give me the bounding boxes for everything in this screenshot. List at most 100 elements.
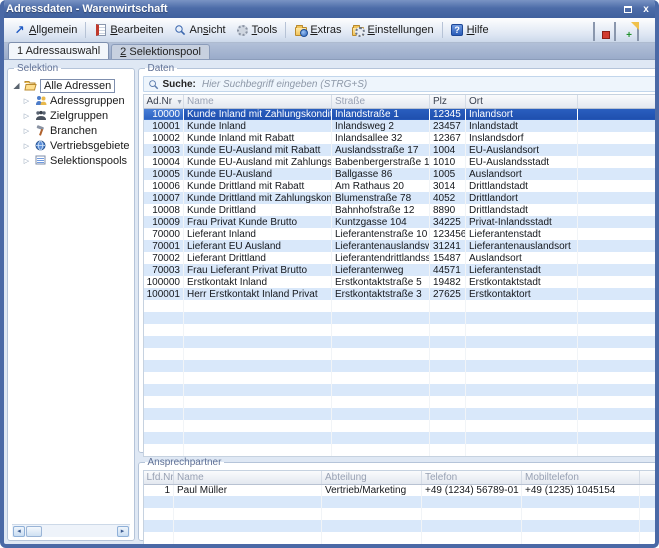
cell[interactable]: Frau Lieferant Privat Brutto	[184, 264, 332, 276]
cell[interactable]: 10001	[144, 120, 184, 132]
cell[interactable]: Kunde EU-Ausland mit Zahlungskonditionen	[184, 156, 332, 168]
cell[interactable]: Inlandstraße 1	[332, 108, 430, 120]
cell[interactable]	[578, 192, 656, 204]
cell[interactable]	[578, 252, 656, 264]
menu-allgemein[interactable]: ↗ Allgemein	[8, 22, 82, 39]
cell[interactable]	[578, 168, 656, 180]
cell[interactable]: 10009	[144, 216, 184, 228]
cell[interactable]: 10006	[144, 180, 184, 192]
cell[interactable]	[578, 120, 656, 132]
cell[interactable]: 12345	[430, 108, 466, 120]
cell[interactable]	[430, 360, 466, 372]
cell[interactable]	[578, 408, 656, 420]
cell[interactable]: 100000	[144, 276, 184, 288]
cell[interactable]: Bahnhofstraße 12	[332, 204, 430, 216]
cell[interactable]	[174, 520, 322, 532]
cell[interactable]: Drittlandstadt	[466, 204, 578, 216]
cell[interactable]	[144, 348, 184, 360]
cell[interactable]: 4052	[430, 192, 466, 204]
table-row[interactable]: 100001Herr Erstkontakt Inland PrivatErst…	[144, 288, 656, 300]
menu-ansicht[interactable]: Ansicht	[169, 22, 231, 39]
cell[interactable]	[184, 360, 332, 372]
cell[interactable]: 3014	[430, 180, 466, 192]
cell[interactable]	[578, 132, 656, 144]
cell[interactable]: +49 (1235) 1045154	[522, 484, 640, 496]
cell[interactable]: Auslandsort	[466, 168, 578, 180]
cell[interactable]	[144, 508, 174, 520]
cell[interactable]	[184, 420, 332, 432]
cell[interactable]: Privat-Inlandsstadt	[466, 216, 578, 228]
table-row[interactable]: 100000Erstkontakt InlandErstkontaktstraß…	[144, 276, 656, 288]
cell[interactable]	[184, 396, 332, 408]
cell[interactable]: 70003	[144, 264, 184, 276]
cell[interactable]	[184, 348, 332, 360]
cell[interactable]	[522, 532, 640, 544]
scroll-right-icon[interactable]: ▸	[117, 526, 129, 537]
cell[interactable]	[184, 336, 332, 348]
cell[interactable]: 8890	[430, 204, 466, 216]
table-row[interactable]: 10000Kunde Inland mit Zahlungskondition …	[144, 108, 656, 120]
cell[interactable]	[430, 396, 466, 408]
cell[interactable]	[640, 484, 656, 496]
tree-item-selektionspools[interactable]: ▷ Selektionspools	[12, 153, 130, 168]
table-row[interactable]	[144, 520, 656, 532]
cell[interactable]	[332, 360, 430, 372]
cell[interactable]	[578, 276, 656, 288]
cell[interactable]	[578, 108, 656, 120]
cell[interactable]	[422, 532, 522, 544]
column-header-strasse[interactable]: Straße	[332, 95, 430, 108]
cell[interactable]	[184, 372, 332, 384]
cell[interactable]: 1010	[430, 156, 466, 168]
cell[interactable]	[332, 396, 430, 408]
cell[interactable]	[332, 444, 430, 456]
cell[interactable]	[578, 240, 656, 252]
expander-closed-icon[interactable]: ▷	[22, 142, 31, 150]
table-row[interactable]	[144, 396, 656, 408]
cell[interactable]: Kunde Inland mit Zahlungskondition und L…	[184, 108, 332, 120]
table-row[interactable]	[144, 408, 656, 420]
cell[interactable]	[144, 300, 184, 312]
column-header-name[interactable]: Name	[184, 95, 332, 108]
table-row[interactable]	[144, 444, 656, 456]
table-add-button[interactable]	[614, 23, 630, 37]
cell[interactable]	[184, 300, 332, 312]
cell[interactable]	[466, 312, 578, 324]
cell[interactable]: Inlandsweg 2	[332, 120, 430, 132]
cell[interactable]	[322, 496, 422, 508]
cell[interactable]: Kunde Drittland mit Rabatt	[184, 180, 332, 192]
cell[interactable]: +49 (1234) 56789-01	[422, 484, 522, 496]
column-header-name[interactable]: Name	[174, 471, 322, 484]
cell[interactable]: 44571	[430, 264, 466, 276]
cell[interactable]	[578, 420, 656, 432]
table-row[interactable]: 10002Kunde Inland mit RabattInlandsallee…	[144, 132, 656, 144]
cell[interactable]	[578, 300, 656, 312]
cell[interactable]: 19482	[430, 276, 466, 288]
cell[interactable]	[184, 384, 332, 396]
cell[interactable]	[430, 408, 466, 420]
cell[interactable]: Frau Privat Kunde Brutto	[184, 216, 332, 228]
cell[interactable]	[578, 336, 656, 348]
scroll-left-icon[interactable]: ◂	[13, 526, 25, 537]
cell[interactable]	[466, 300, 578, 312]
table-row[interactable]	[144, 348, 656, 360]
cell[interactable]: Erstkontaktstraße 5	[332, 276, 430, 288]
table-row[interactable]: 10008Kunde DrittlandBahnhofstraße 128890…	[144, 204, 656, 216]
cell[interactable]: 1004	[430, 144, 466, 156]
cell[interactable]: 10004	[144, 156, 184, 168]
cell[interactable]: Drittlandstadt	[466, 180, 578, 192]
cell[interactable]	[430, 384, 466, 396]
cell[interactable]	[422, 520, 522, 532]
expander-closed-icon[interactable]: ▷	[22, 127, 31, 135]
table-row[interactable]: 1Paul MüllerVertrieb/Marketing+49 (1234)…	[144, 484, 656, 496]
table-row[interactable]: 10006Kunde Drittland mit RabattAm Rathau…	[144, 180, 656, 192]
cell[interactable]	[466, 396, 578, 408]
column-header-mobiltelefon[interactable]: Mobiltelefon	[522, 471, 640, 484]
cell[interactable]: 31241	[430, 240, 466, 252]
cell[interactable]: 70000	[144, 228, 184, 240]
cell[interactable]	[578, 324, 656, 336]
cell[interactable]	[174, 532, 322, 544]
cell[interactable]	[144, 336, 184, 348]
cell[interactable]	[466, 432, 578, 444]
cell[interactable]	[144, 532, 174, 544]
cell[interactable]: Lieferantenauslandsort	[466, 240, 578, 252]
